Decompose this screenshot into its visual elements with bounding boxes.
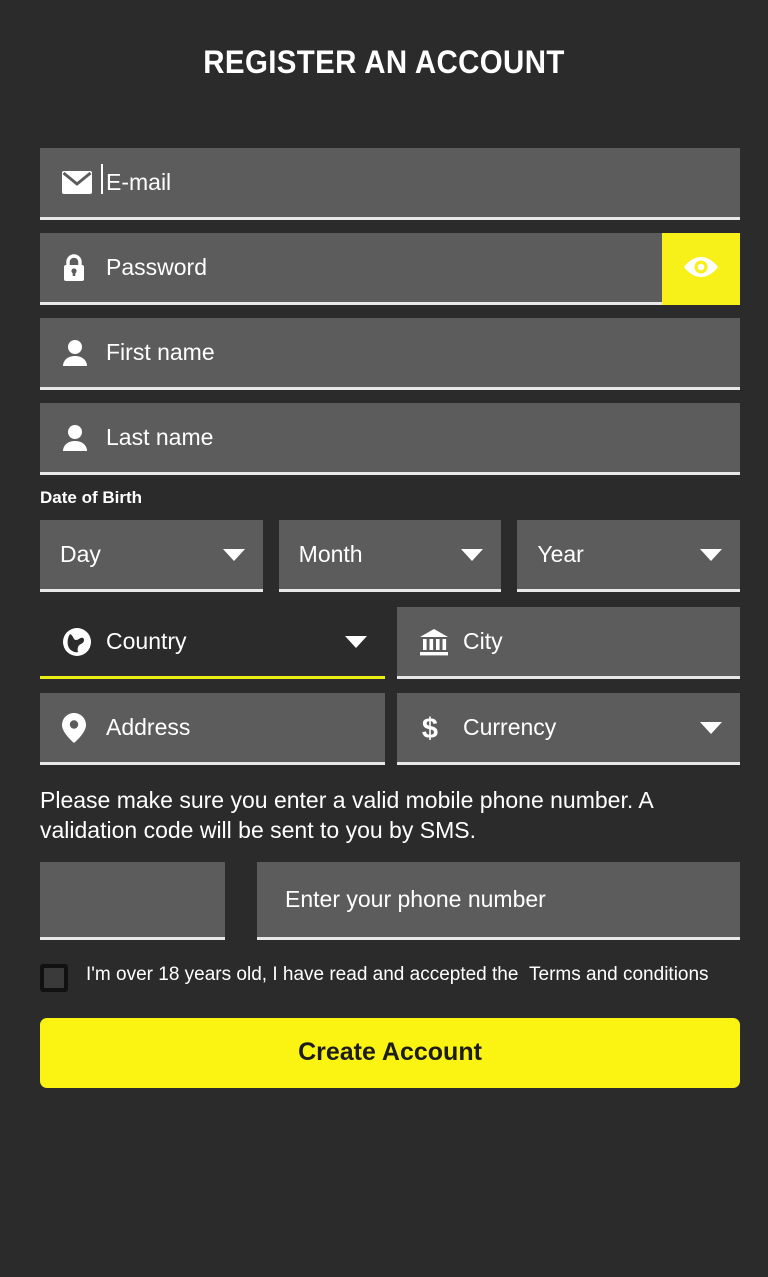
- person-icon: [62, 424, 106, 452]
- dob-year-value: Year: [537, 541, 584, 567]
- dob-day-value: Day: [60, 541, 101, 567]
- chevron-down-icon: [222, 548, 245, 561]
- password-placeholder: Password: [106, 254, 207, 280]
- dob-day-select[interactable]: Day: [40, 520, 263, 592]
- svg-text:$: $: [422, 713, 438, 743]
- currency-select[interactable]: $ Currency: [397, 693, 740, 765]
- password-field[interactable]: Password: [40, 233, 740, 305]
- city-field[interactable]: City: [397, 607, 740, 679]
- dollar-icon: $: [419, 713, 463, 743]
- address-currency-row: Address $ Currency: [40, 693, 740, 765]
- toggle-password-visibility-button[interactable]: [662, 233, 740, 305]
- last-name-placeholder: Last name: [106, 424, 214, 450]
- chevron-down-icon: [345, 635, 367, 648]
- city-placeholder: City: [463, 628, 503, 654]
- chevron-down-icon: [461, 548, 484, 561]
- page-title: REGISTER AN ACCOUNT: [203, 44, 565, 80]
- terms-checkbox[interactable]: [40, 963, 68, 992]
- country-code-field[interactable]: [40, 861, 225, 940]
- terms-label: I'm over 18 years old, I have read and a…: [86, 962, 736, 987]
- last-name-field[interactable]: Last name: [40, 403, 740, 475]
- map-pin-icon: [62, 712, 106, 743]
- chevron-down-icon: [700, 721, 722, 734]
- phone-number-field[interactable]: Enter your phone number: [257, 861, 740, 940]
- create-account-button[interactable]: Create Account: [40, 1017, 740, 1088]
- first-name-placeholder: First name: [106, 339, 215, 365]
- phone-validation-notice: Please make sure you enter a valid mobil…: [40, 787, 653, 844]
- person-icon: [62, 339, 106, 367]
- registration-form: E-mail Password First name Last name Dat…: [40, 148, 741, 1088]
- terms-and-conditions-link[interactable]: Terms and conditions: [529, 964, 709, 985]
- chevron-down-icon: [700, 548, 723, 561]
- date-of-birth-label: Date of Birth: [40, 488, 142, 507]
- register-page: REGISTER AN ACCOUNT E-mail Password Firs…: [0, 0, 768, 1277]
- globe-icon: [62, 627, 106, 657]
- currency-value: Currency: [463, 714, 557, 740]
- phone-row: Enter your phone number: [40, 861, 740, 940]
- address-placeholder: Address: [106, 714, 191, 740]
- envelope-icon: [62, 171, 106, 194]
- eye-icon: [681, 254, 721, 285]
- email-placeholder: E-mail: [100, 164, 172, 195]
- terms-text: I'm over 18 years old, I have read and a…: [86, 963, 519, 985]
- first-name-field[interactable]: First name: [40, 318, 740, 390]
- email-field[interactable]: E-mail: [40, 148, 740, 220]
- dob-month-value: Month: [298, 541, 363, 567]
- lock-icon: [62, 253, 106, 282]
- dob-month-select[interactable]: Month: [278, 520, 502, 592]
- country-value: Country: [106, 628, 187, 654]
- terms-row: I'm over 18 years old, I have read and a…: [40, 962, 740, 992]
- address-field[interactable]: Address: [40, 693, 385, 765]
- phone-number-placeholder: Enter your phone number: [285, 885, 546, 912]
- date-of-birth-row: Day Month Year: [40, 520, 741, 592]
- dob-year-select[interactable]: Year: [517, 520, 741, 592]
- bank-icon: [419, 628, 463, 656]
- country-city-row: Country City: [40, 607, 740, 679]
- country-select[interactable]: Country: [40, 607, 385, 679]
